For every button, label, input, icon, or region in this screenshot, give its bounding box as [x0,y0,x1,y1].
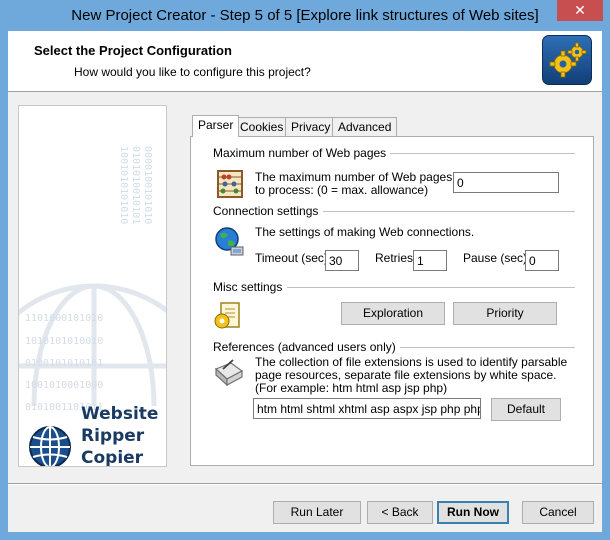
page-title: Select the Project Configuration [34,43,232,58]
group-separator [323,211,575,212]
logo-line: Copier [81,448,144,467]
group-separator [391,347,575,348]
wizard-sidebar-banner: 1001010101010 0101010010101 000010010101… [18,105,167,467]
page-subtitle: How would you like to configure this pro… [74,65,311,79]
tab-cookies[interactable]: Cookies [234,117,290,136]
file-extensions-input[interactable]: htm html shtml xhtml asp aspx jsp php ph… [253,398,481,419]
max-pages-description: The maximum number of Web pages to proce… [255,171,452,197]
retries-label: Retries [375,251,414,265]
product-logo-text: Website Ripper Copier [81,403,159,467]
timeout-label: Timeout (sec) [255,251,328,265]
wizard-header: Select the Project Configuration How wou… [8,31,602,92]
max-pages-heading: Maximum number of Web pages [213,146,391,160]
dialog-client: Select the Project Configuration How wou… [8,31,602,532]
binary-pattern: 0000100101010 [142,146,153,225]
default-extensions-button[interactable]: Default [491,398,561,421]
tab-privacy[interactable]: Privacy [285,117,337,136]
abacus-icon [217,170,243,198]
max-pages-input[interactable]: 0 [453,172,559,193]
book-pen-icon [214,359,244,387]
group-separator [287,287,575,288]
connection-description: The settings of making Web connections. [255,225,475,239]
parser-tab-panel: Maximum number of Web pages The maximum … [190,136,594,466]
binary-pattern: 1101000101010 [25,313,104,324]
exploration-button[interactable]: Exploration [341,302,445,325]
desc-line: to process: (0 = max. allowance) [255,183,429,197]
binary-pattern: 1010101010010 [25,336,104,347]
retries-input[interactable]: 1 [413,250,447,271]
pause-input[interactable]: 0 [525,250,559,271]
binary-pattern: 1001010101010 [118,146,129,225]
gear-settings-icon [542,35,592,85]
binary-pattern: 0101010010101 [130,146,141,225]
binary-pattern: 1001010001000 [25,380,104,391]
logo-line: Ripper [81,426,145,446]
references-heading: References (advanced users only) [213,340,400,354]
binary-pattern: 0100101010101 [25,358,104,369]
title-bar[interactable]: New Project Creator - Step 5 of 5 [Explo… [0,0,610,31]
references-description: The collection of file extensions is use… [255,356,567,395]
close-button[interactable]: ✕ [557,0,603,21]
priority-button[interactable]: Priority [453,302,557,325]
document-settings-icon [214,302,240,329]
tab-advanced[interactable]: Advanced [332,117,398,136]
timeout-input[interactable]: 30 [325,250,359,271]
footer-separator [8,483,602,485]
network-globe-icon [215,227,244,256]
window-title: New Project Creator - Step 5 of 5 [Explo… [71,7,539,24]
misc-heading: Misc settings [213,280,287,294]
pause-label: Pause (sec) [463,251,528,265]
cancel-button[interactable]: Cancel [522,501,594,524]
connection-heading: Connection settings [213,204,323,218]
back-button[interactable]: < Back [367,501,433,524]
tab-parser[interactable]: Parser [192,115,240,137]
desc-line: (For example: htm html asp jsp php) [255,381,448,395]
wizard-window: New Project Creator - Step 5 of 5 [Explo… [0,0,610,540]
logo-line: Website [81,404,159,424]
globe-logo-icon [29,426,71,466]
run-later-button[interactable]: Run Later [273,501,361,524]
run-now-button[interactable]: Run Now [437,501,509,524]
